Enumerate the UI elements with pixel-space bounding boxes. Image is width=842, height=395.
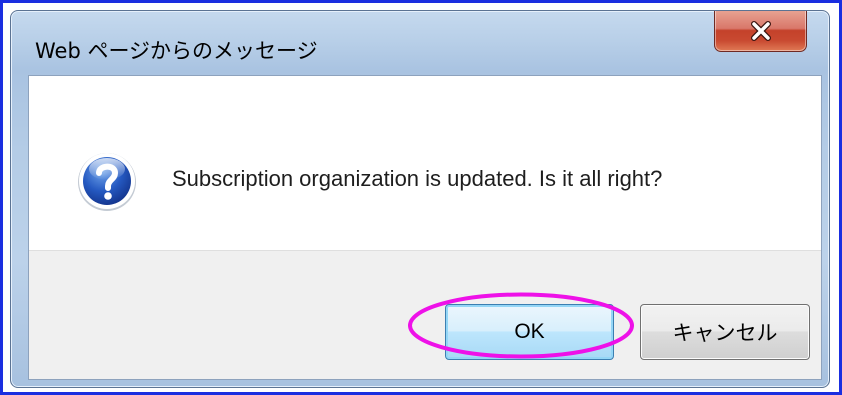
message-area: Subscription organization is updated. Is… [29,76,821,250]
ok-button[interactable]: OK [445,304,614,360]
title-bar[interactable]: Web ページからのメッセージ [11,11,829,73]
button-bar: OK キャンセル [29,250,821,379]
window-title: Web ページからのメッセージ [35,39,318,63]
message-text: Subscription organization is updated. Is… [172,166,663,191]
question-icon [78,153,136,211]
message-dialog-window: Web ページからのメッセージ Subscription organizatio… [10,10,830,388]
close-button[interactable] [714,11,807,52]
dialog-client-area: Subscription organization is updated. Is… [28,75,822,380]
cancel-button[interactable]: キャンセル [640,304,810,360]
close-x-icon [750,20,771,41]
